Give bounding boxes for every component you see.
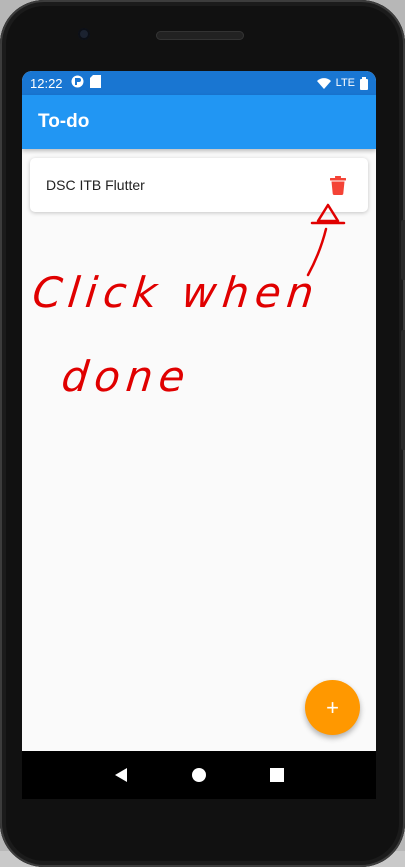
annotation-text-line-2: done [59, 352, 193, 401]
nav-recents-button[interactable] [262, 760, 292, 790]
nav-back-button[interactable] [106, 760, 136, 790]
todo-item-text: DSC ITB Flutter [46, 177, 145, 193]
add-icon: + [326, 694, 339, 720]
todo-list-item[interactable]: DSC ITB Flutter [30, 158, 368, 212]
nav-home-button[interactable] [184, 760, 214, 790]
app-bar: To-do [22, 95, 376, 149]
power-button[interactable] [401, 220, 405, 280]
network-type-label: LTE [335, 77, 355, 89]
status-bar: 12:22 LTE [22, 71, 376, 95]
app-title: To-do [38, 111, 90, 132]
front-camera [78, 28, 90, 40]
delete-button[interactable] [324, 171, 352, 199]
earpiece-speaker [156, 31, 244, 40]
battery-icon [360, 76, 368, 90]
status-right-group: LTE [316, 76, 368, 90]
back-icon [115, 768, 127, 782]
system-nav-bar [22, 751, 376, 799]
recents-icon [270, 768, 284, 782]
device-screen: 12:22 LTE To-do DSC ITB Flutter Click wh… [22, 71, 376, 751]
wifi-icon [316, 77, 331, 89]
annotation-text-line-1: Click when [30, 268, 322, 317]
status-time: 12:22 [30, 75, 63, 91]
notification-app-icon [71, 75, 84, 91]
home-icon [192, 768, 206, 782]
volume-button[interactable] [401, 330, 405, 450]
sd-card-icon [89, 75, 101, 91]
phone-frame: 12:22 LTE To-do DSC ITB Flutter Click wh… [0, 0, 405, 867]
add-task-fab[interactable]: + [305, 680, 360, 735]
delete-icon [330, 175, 346, 195]
